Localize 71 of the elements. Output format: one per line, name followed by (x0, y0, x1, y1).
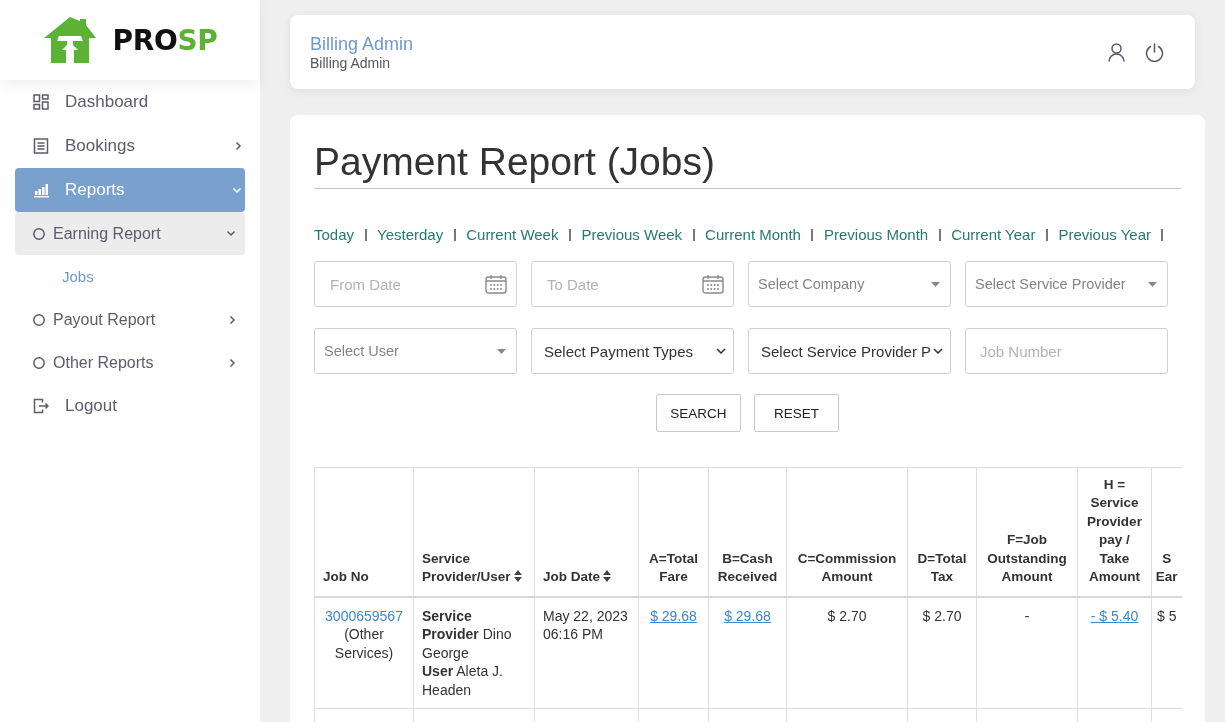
sort-icon[interactable] (513, 570, 522, 583)
sort-icon[interactable] (603, 570, 611, 583)
circle-icon (33, 227, 45, 240)
dropdown-field[interactable]: Select User (314, 328, 517, 374)
column-header: Service Provider/User (422, 550, 511, 585)
circle-icon (33, 356, 45, 369)
bar-chart-icon (33, 182, 49, 198)
dropdown-field[interactable]: Select Payment Types (531, 328, 734, 374)
column-header: D=Total Tax (917, 550, 967, 585)
sidebar-item[interactable]: Reports (15, 168, 245, 212)
date-range-link[interactable]: Yesterday (377, 225, 444, 245)
date-range-link[interactable]: Previous Week (581, 225, 683, 245)
date-field[interactable]: From Date (314, 261, 517, 307)
column-header: B=Cash Received (717, 550, 778, 585)
user-role: Billing Admin (310, 54, 391, 71)
reset-button[interactable]: RESET (754, 394, 839, 432)
sidebar-item[interactable]: Bookings (15, 124, 245, 168)
document-icon (33, 138, 49, 154)
house-logo-icon (42, 16, 99, 64)
sidebar-item[interactable]: Payout Report (15, 298, 245, 341)
amount-link[interactable]: - $ 5.40 (1090, 607, 1139, 624)
amount-link[interactable]: $ 29.68 (650, 607, 697, 624)
amount-text: - (1024, 607, 1030, 624)
sidebar-item[interactable]: Earning Report (15, 212, 245, 255)
job-number-link[interactable]: 3000659567 (323, 606, 405, 625)
date-range-link[interactable]: Today (314, 225, 355, 245)
sidebar-item[interactable]: Jobs (15, 255, 245, 298)
date-range-link[interactable]: Current Month (705, 225, 801, 245)
caret-down-icon (497, 348, 506, 354)
date-range-link[interactable]: Previous Year (1058, 225, 1151, 245)
caret-down-icon (1148, 281, 1157, 287)
user-text: User Aleta J. Headen (422, 662, 504, 699)
grid-icon (33, 94, 49, 110)
user-icon[interactable] (1108, 42, 1125, 62)
power-icon[interactable] (1145, 42, 1164, 62)
dropdown-field[interactable]: Select Service Provider P (748, 328, 951, 374)
sidebar-item[interactable]: Logout (15, 384, 245, 428)
user-name: Billing Admin (310, 33, 414, 55)
amount-link[interactable]: $ 29.68 (724, 607, 771, 624)
column-header: H = Service Provider pay / Take Amount (1087, 477, 1142, 585)
column-header: Job Date (543, 569, 600, 585)
page-title: Payment Report (Jobs) (314, 139, 715, 185)
column-header: A=Total Fare (649, 550, 698, 585)
sidebar-item[interactable]: Other Reports (15, 341, 245, 384)
caret-down-icon (931, 281, 940, 287)
search-button[interactable]: SEARCH (656, 394, 741, 432)
logout-icon (33, 398, 49, 414)
dropdown-field[interactable]: Select Company (748, 261, 951, 307)
dropdown-field[interactable]: Select Service Provider (965, 261, 1168, 307)
calendar-icon (485, 274, 507, 294)
calendar-icon (702, 274, 724, 294)
amount-text: $ 2.70 (827, 607, 867, 624)
text-field[interactable]: Job Number (965, 328, 1168, 374)
job-date-text: May 22, 2023 06:16 PM (543, 607, 628, 642)
sidebar-item[interactable]: Dashboard (15, 80, 245, 124)
column-header: S Ear (1155, 550, 1178, 585)
amount-text: $ 5 (1157, 607, 1177, 624)
date-range-link[interactable]: Previous Month (823, 225, 929, 245)
job-type-text: (Other Services) (333, 625, 395, 662)
date-range-link[interactable]: Current Year (951, 225, 1036, 245)
column-header: Job No (323, 569, 369, 585)
column-header: F=Job Outstanding Amount (987, 532, 1067, 585)
date-range-link[interactable]: Current Week (466, 225, 559, 245)
chevron-down-icon (716, 348, 726, 354)
column-header: C=Commission Amount (797, 550, 897, 585)
date-field[interactable]: To Date (531, 261, 734, 307)
logo-text: PROSP (112, 23, 218, 57)
chevron-down-icon (933, 348, 943, 354)
amount-text: $ 2.70 (922, 607, 962, 624)
circle-icon (33, 313, 45, 326)
provider-text: Service Provider Dino George (422, 606, 513, 662)
